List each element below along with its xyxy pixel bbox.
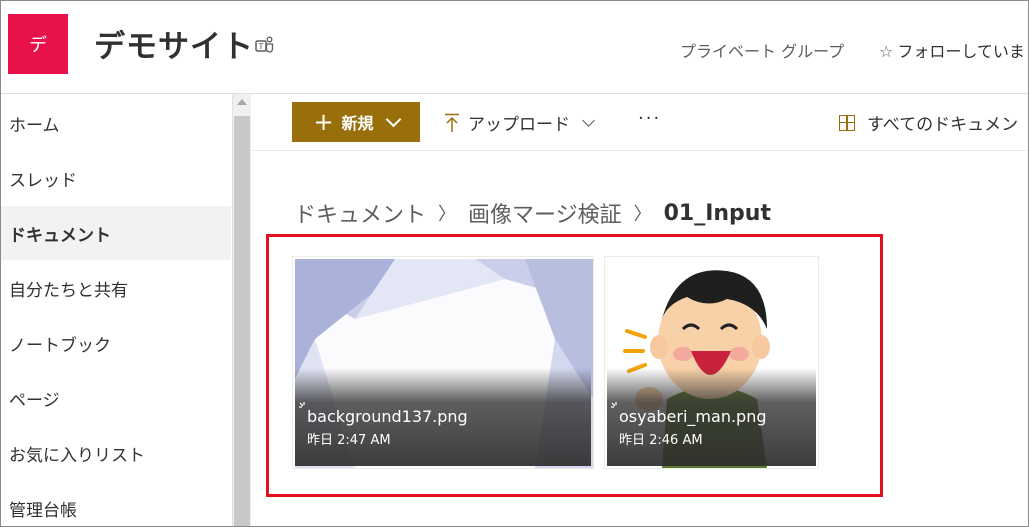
teams-icon[interactable]: T: [255, 35, 275, 55]
file-name[interactable]: background137.png: [307, 407, 468, 426]
nav-item-favorites-list[interactable]: お気に入りリスト: [1, 426, 231, 480]
file-tile-background137[interactable]: background137.png 昨日 2:47 AM: [292, 256, 594, 469]
nav-item-conversations[interactable]: スレッド: [1, 151, 231, 205]
command-bar: + 新規 アップロード ··· すべてのドキュメン: [252, 94, 1028, 151]
nav-scrollbar[interactable]: [232, 94, 251, 526]
nav-item-home[interactable]: ホーム: [1, 96, 231, 150]
svg-text:T: T: [258, 42, 264, 51]
new-button[interactable]: + 新規: [292, 102, 420, 142]
breadcrumb: ドキュメント 〉 画像マージ検証 〉 01_Input: [294, 197, 771, 229]
site-header: デ デモサイト T プライベート グループ ☆ フォローしていま: [1, 1, 1028, 94]
view-selector[interactable]: すべてのドキュメン: [839, 110, 1018, 135]
breadcrumb-current-folder: 01_Input: [663, 200, 771, 226]
plus-icon: +: [313, 108, 334, 136]
star-icon: ☆: [879, 42, 894, 61]
view-selector-label: すべてのドキュメン: [867, 115, 1019, 135]
follow-label: フォローしていま: [897, 42, 1025, 61]
site-logo[interactable]: デ: [8, 14, 68, 74]
upload-label: アップロード: [468, 115, 570, 135]
file-name[interactable]: osyaberi_man.png: [619, 407, 767, 426]
file-tile-osyaberi-man[interactable]: osyaberi_man.png 昨日 2:46 AM: [604, 256, 819, 469]
chevron-down-icon: [582, 113, 595, 127]
new-button-label: 新規: [341, 114, 374, 133]
site-logo-letter: デ: [29, 35, 47, 56]
left-navigation: ホーム スレッド ドキュメント 自分たちと共有 ノートブック ページ お気に入り…: [1, 94, 231, 526]
chevron-right-icon: 〉: [633, 204, 652, 225]
chevron-down-icon: [385, 111, 401, 128]
upload-arrow-icon: [445, 113, 459, 132]
file-modified-date: 昨日 2:47 AM: [307, 433, 391, 448]
app-window: デ デモサイト T プライベート グループ ☆ フォローしていま ホーム スレッド…: [0, 0, 1029, 527]
more-options-button[interactable]: ···: [638, 108, 661, 129]
grid-view-icon: [839, 114, 855, 131]
scroll-up-arrow-icon[interactable]: [237, 99, 247, 105]
nav-item-notebook[interactable]: ノートブック: [1, 316, 231, 370]
nav-item-management-ledger[interactable]: 管理台帳: [1, 481, 231, 526]
file-modified-date: 昨日 2:46 AM: [619, 433, 703, 448]
group-privacy-label: プライベート グループ: [680, 42, 845, 61]
upload-button[interactable]: アップロード: [444, 110, 595, 135]
nav-item-documents[interactable]: ドキュメント: [1, 206, 231, 260]
breadcrumb-documents[interactable]: ドキュメント: [294, 197, 426, 229]
nav-item-shared-with-us[interactable]: 自分たちと共有: [1, 261, 231, 315]
scroll-thumb[interactable]: [234, 116, 250, 526]
breadcrumb-image-merge-test[interactable]: 画像マージ検証: [468, 197, 622, 229]
nav-item-pages[interactable]: ページ: [1, 371, 231, 425]
site-title[interactable]: デモサイト: [94, 21, 254, 66]
follow-button[interactable]: ☆ フォローしていま: [879, 38, 1025, 62]
chevron-right-icon: 〉: [438, 204, 457, 225]
